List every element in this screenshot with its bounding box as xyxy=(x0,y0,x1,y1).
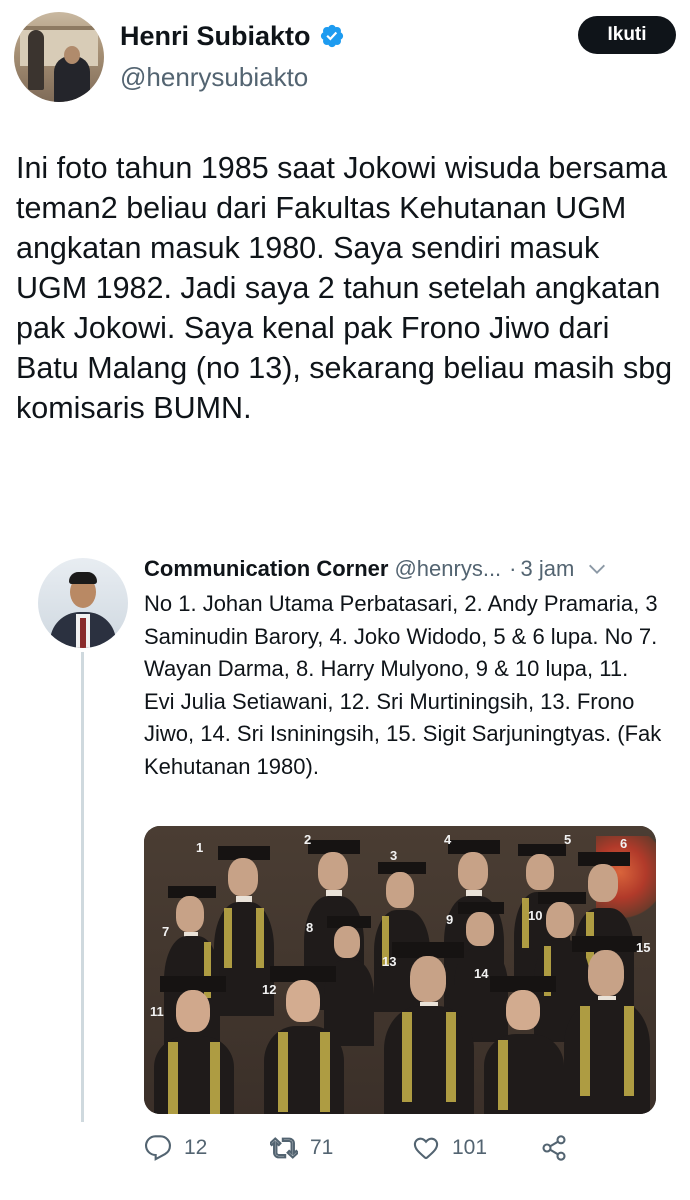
author-name-row: Henri Subiakto xyxy=(120,18,345,54)
author-avatar[interactable] xyxy=(14,12,104,102)
quoted-author-name[interactable]: Communication Corner xyxy=(144,556,388,582)
photo-number-13: 13 xyxy=(382,954,397,969)
photo-number-1: 1 xyxy=(196,840,204,855)
photo-number-10: 10 xyxy=(528,908,543,923)
graduation-photo[interactable]: 1 2 3 4 5 6 7 8 9 10 11 12 13 14 15 xyxy=(144,826,656,1114)
photo-number-9: 9 xyxy=(446,912,454,927)
photo-number-5: 5 xyxy=(564,832,572,847)
retweet-count: 71 xyxy=(310,1136,334,1159)
follow-button[interactable]: Ikuti xyxy=(578,16,676,54)
separator-dot: · xyxy=(509,556,517,581)
photo-number-7: 7 xyxy=(162,924,170,939)
quoted-timestamp[interactable]: 3 jam xyxy=(521,556,575,582)
quoted-text: No 1. Johan Utama Perbatasari, 2. Andy P… xyxy=(144,591,662,779)
retweet-icon xyxy=(270,1137,298,1159)
retweet-button[interactable]: 71 xyxy=(270,1130,333,1166)
photo-number-2: 2 xyxy=(304,832,312,847)
action-bar: 12 71 101 xyxy=(144,1130,584,1166)
reply-button[interactable]: 12 xyxy=(144,1130,207,1166)
author-handle[interactable]: @henrysubiakto xyxy=(120,62,308,93)
photo-number-8: 8 xyxy=(306,920,314,935)
photo-number-6: 6 xyxy=(620,836,628,851)
share-icon xyxy=(542,1135,566,1161)
reply-icon xyxy=(144,1135,171,1161)
photo-number-14: 14 xyxy=(474,966,489,981)
quoted-author-handle[interactable]: @henrys... xyxy=(394,556,501,582)
verified-badge-icon xyxy=(319,23,345,49)
chevron-down-icon[interactable] xyxy=(586,558,608,580)
author-display-name[interactable]: Henri Subiakto xyxy=(120,21,311,52)
reply-count: 12 xyxy=(184,1136,208,1159)
like-count: 101 xyxy=(452,1136,488,1159)
quoted-header: Communication Corner @henrys... · 3 jam xyxy=(144,554,664,584)
share-button[interactable] xyxy=(540,1130,580,1166)
like-button[interactable]: 101 xyxy=(412,1130,487,1166)
photo-number-11: 11 xyxy=(150,1004,164,1019)
photo-number-12: 12 xyxy=(262,982,277,997)
like-icon xyxy=(413,1137,439,1160)
photo-number-3: 3 xyxy=(390,848,398,863)
tweet-header: Henri Subiakto @henrysubiakto Ikuti xyxy=(14,12,676,102)
quoted-avatar[interactable] xyxy=(38,558,128,648)
thread-line xyxy=(81,652,84,1122)
tweet-text: Ini foto tahun 1985 saat Jokowi wisuda b… xyxy=(16,151,673,425)
photo-number-4: 4 xyxy=(444,832,452,847)
photo-number-15: 15 xyxy=(636,940,651,955)
